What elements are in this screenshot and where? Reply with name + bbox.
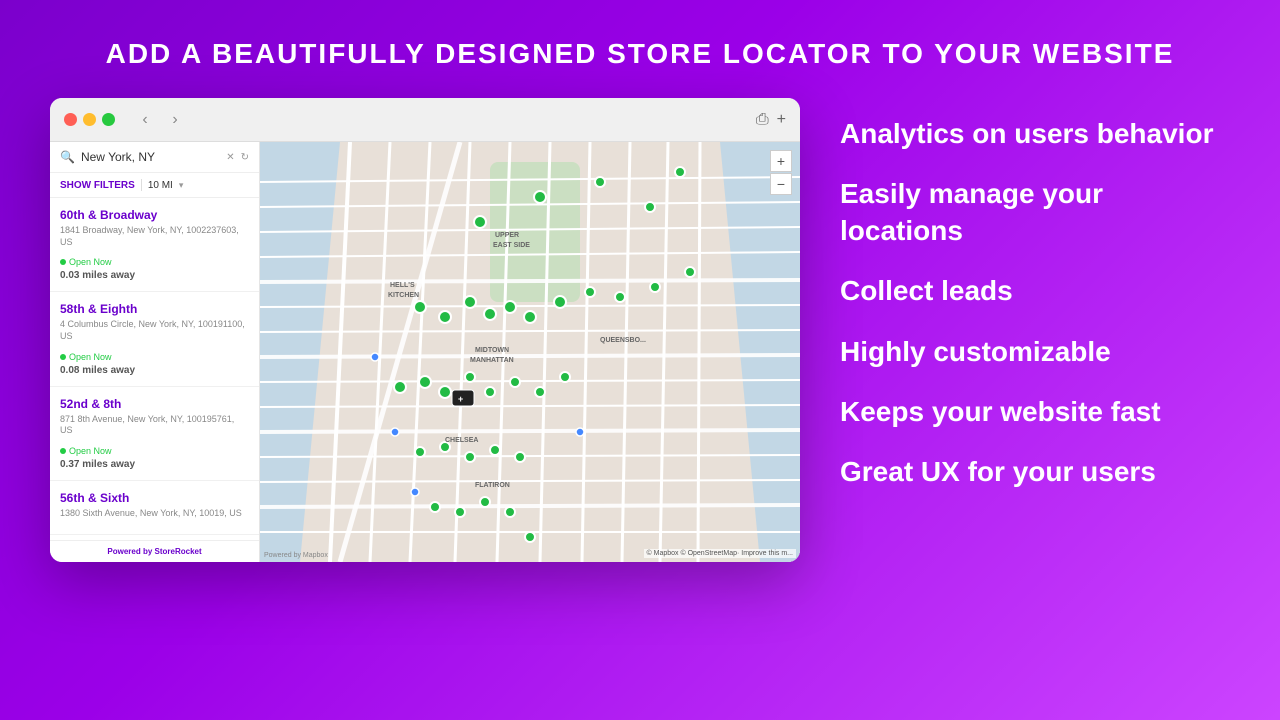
powered-by-footer: Powered by StoreRocket (50, 540, 259, 562)
browser-actions: ⎙ + (756, 111, 786, 129)
svg-text:MIDTOWN: MIDTOWN (475, 347, 509, 354)
browser-window: ‹ › ⎙ + 🔍 New York, NY ✕ ↻ (50, 98, 800, 562)
svg-text:HELL'S: HELL'S (390, 282, 415, 289)
open-text: Open Now (69, 352, 112, 362)
location-address: 871 8th Avenue, New York, NY, 100195761,… (60, 414, 249, 437)
svg-text:EAST SIDE: EAST SIDE (493, 242, 530, 249)
open-text: Open Now (69, 257, 112, 267)
open-badge: Open Now (60, 352, 112, 362)
location-name: 52nd & 8th (60, 397, 249, 411)
svg-text:Powered by Mapbox: Powered by Mapbox (264, 552, 328, 559)
features-list: Analytics on users behavior Easily manag… (840, 98, 1230, 499)
map-svg: + (260, 142, 800, 562)
map-zoom-out-button[interactable]: − (770, 173, 792, 195)
back-button[interactable]: ‹ (133, 108, 157, 132)
search-refresh-button[interactable]: ↻ (241, 152, 249, 163)
browser-nav: ‹ › (133, 108, 187, 132)
feature-item-fast: Keeps your website fast (840, 386, 1230, 438)
search-bar[interactable]: 🔍 New York, NY ✕ ↻ (50, 142, 259, 173)
location-name: 56th & Sixth (60, 491, 249, 505)
dot-red[interactable] (64, 113, 77, 126)
svg-text:QUEENSBO...: QUEENSBO... (600, 337, 646, 344)
distance-dropdown-icon[interactable]: ▾ (179, 180, 184, 191)
open-dot (60, 448, 66, 454)
feature-item-customizable: Highly customizable (840, 326, 1230, 378)
page-title: ADD A BEAUTIFULLY DESIGNED STORE LOCATOR… (106, 38, 1175, 70)
location-name: 60th & Broadway (60, 208, 249, 222)
distance-text: 0.03 miles away (60, 270, 249, 281)
browser-dots (64, 113, 115, 126)
show-filters-button[interactable]: SHOW FILTERS (60, 180, 135, 191)
open-badge: Open Now (60, 446, 112, 456)
search-value: New York, NY (81, 150, 220, 164)
content-area: ‹ › ⎙ + 🔍 New York, NY ✕ ↻ (50, 98, 1230, 562)
list-item[interactable]: 56th & Sixth 1380 Sixth Avenue, New York… (50, 481, 259, 535)
open-badge: Open Now (60, 257, 112, 267)
open-dot (60, 354, 66, 360)
open-text: Open Now (69, 446, 112, 456)
locator-sidebar: 🔍 New York, NY ✕ ↻ SHOW FILTERS 10 MI ▾ (50, 142, 260, 562)
map-controls: + − (770, 150, 792, 195)
feature-item-collect-leads: Collect leads (840, 265, 1230, 317)
browser-body: 🔍 New York, NY ✕ ↻ SHOW FILTERS 10 MI ▾ (50, 142, 800, 562)
distance-select[interactable]: 10 MI (148, 180, 173, 191)
svg-text:+: + (458, 394, 463, 404)
feature-item-ux: Great UX for your users (840, 446, 1230, 498)
location-address: 4 Columbus Circle, New York, NY, 1001911… (60, 319, 249, 342)
dot-yellow[interactable] (83, 113, 96, 126)
browser-toolbar: ‹ › ⎙ + (50, 98, 800, 142)
list-item[interactable]: 60th & Broadway 1841 Broadway, New York,… (50, 198, 259, 292)
map-zoom-in-button[interactable]: + (770, 150, 792, 172)
distance-text: 0.08 miles away (60, 365, 249, 376)
map-area[interactable]: + (260, 142, 800, 562)
map-attribution: © Mapbox © OpenStreetMap· Improve this m… (644, 549, 796, 558)
list-item[interactable]: 52nd & 8th 871 8th Avenue, New York, NY,… (50, 387, 259, 481)
location-name: 58th & Eighth (60, 302, 249, 316)
location-address: 1380 Sixth Avenue, New York, NY, 10019, … (60, 508, 249, 520)
filter-bar: SHOW FILTERS 10 MI ▾ (50, 173, 259, 198)
svg-text:KITCHEN: KITCHEN (388, 292, 419, 299)
dot-green[interactable] (102, 113, 115, 126)
search-icon: 🔍 (60, 150, 75, 164)
list-item[interactable]: 58th & Eighth 4 Columbus Circle, New Yor… (50, 292, 259, 386)
open-dot (60, 259, 66, 265)
map-canvas: + (260, 142, 800, 562)
svg-text:FLATIRON: FLATIRON (475, 482, 510, 489)
svg-text:MANHATTAN: MANHATTAN (470, 357, 514, 364)
share-button[interactable]: ⎙ (756, 111, 769, 129)
locations-list: 60th & Broadway 1841 Broadway, New York,… (50, 198, 259, 540)
search-clear-button[interactable]: ✕ (226, 152, 234, 163)
feature-item-manage-locations: Easily manage your locations (840, 168, 1230, 257)
add-tab-button[interactable]: + (777, 111, 786, 129)
feature-item-analytics: Analytics on users behavior (840, 108, 1230, 160)
distance-text: 0.37 miles away (60, 459, 249, 470)
forward-button[interactable]: › (163, 108, 187, 132)
svg-text:UPPER: UPPER (495, 232, 519, 239)
location-address: 1841 Broadway, New York, NY, 1002237603,… (60, 225, 249, 248)
filter-divider (141, 179, 142, 191)
svg-text:CHELSEA: CHELSEA (445, 437, 478, 444)
